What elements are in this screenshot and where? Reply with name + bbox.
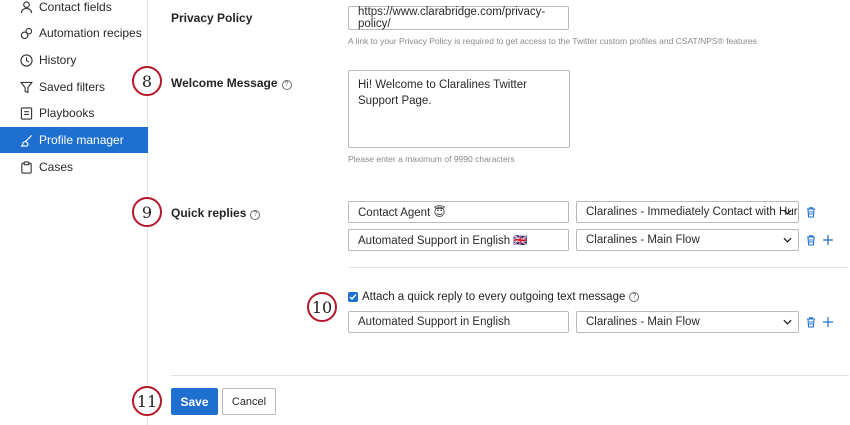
privacy-policy-label: Privacy Policy [171,11,253,25]
privacy-policy-help: A link to your Privacy Policy is require… [348,36,757,46]
attach-quick-reply-flow-select[interactable]: Claralines - Main Flow [576,311,799,333]
chevron-down-icon [783,319,792,325]
playbook-icon [19,106,33,120]
sidebar-item-saved-filters[interactable]: Saved filters [0,74,148,100]
brush-icon [19,133,33,147]
privacy-policy-input[interactable]: https://www.clarabridge.com/privacy-poli… [348,6,569,30]
help-icon[interactable]: ? [250,210,261,220]
filter-icon [19,80,33,94]
welcome-message-label: Welcome Message? [171,76,292,90]
help-icon[interactable]: ? [281,80,292,90]
quick-reply-flow-select[interactable]: Claralines - Immediately Contact with Hu… [576,201,799,223]
trash-icon[interactable] [805,316,817,328]
attach-quick-reply-row: Attach a quick reply to every outgoing t… [348,291,640,303]
chevron-down-icon [783,237,792,243]
quick-reply-flow-value: Claralines - Main Flow [586,234,700,246]
attach-quick-reply-checkbox[interactable] [348,292,358,302]
profile-form: Privacy Policy https://www.clarabridge.c… [132,0,850,425]
quick-reply-text-input[interactable]: Automated Support in English 🇬🇧 [348,229,569,251]
footer-divider [171,375,849,376]
quick-reply-flow-value: Claralines - Immediately Contact with Hu… [586,206,798,218]
sidebar-item-label: Playbooks [39,106,95,120]
sidebar-item-label: History [39,53,77,67]
sidebar: Contact fields Automation recipes Histor… [0,0,148,425]
attach-quick-reply-label: Attach a quick reply to every outgoing t… [362,291,626,303]
section-divider [348,267,848,268]
save-button[interactable]: Save [171,388,218,415]
welcome-message-help: Please enter a maximum of 9990 character… [348,154,515,164]
sidebar-item-automation-recipes[interactable]: Automation recipes [0,20,148,46]
callout-11: 11 [132,386,162,416]
sidebar-item-label: Saved filters [39,80,106,94]
attach-quick-reply-text-input[interactable]: Automated Support in English [348,311,569,333]
sidebar-item-label: Profile manager [39,133,124,147]
sidebar-item-profile-manager[interactable]: Profile manager [0,127,148,153]
chevron-down-icon [783,209,792,215]
cancel-button[interactable]: Cancel [222,388,276,415]
callout-9: 9 [132,197,162,227]
clipboard-icon [19,160,33,174]
trash-icon[interactable] [805,206,817,218]
callout-8: 8 [132,66,162,96]
sidebar-item-contact-fields[interactable]: Contact fields [0,0,148,20]
trash-icon[interactable] [805,234,817,246]
recipe-icon [19,26,33,40]
sidebar-item-playbooks[interactable]: Playbooks [0,100,148,126]
quick-reply-text-input[interactable]: Contact Agent 😇 [348,201,569,223]
welcome-message-textarea[interactable]: Hi! Welcome to Claralines Twitter Suppor… [348,70,570,148]
quick-reply-flow-select[interactable]: Claralines - Main Flow [576,229,799,251]
sidebar-item-label: Automation recipes [39,26,142,40]
sidebar-item-history[interactable]: History [0,47,148,73]
plus-icon[interactable] [822,316,834,328]
plus-icon[interactable] [822,234,834,246]
sidebar-item-cases[interactable]: Cases [0,154,148,180]
sidebar-item-label: Contact fields [39,0,112,14]
person-icon [19,0,33,14]
quick-replies-label: Quick replies? [171,206,261,220]
callout-10: 10 [307,292,337,322]
help-icon[interactable]: ? [629,292,640,302]
attach-quick-reply-flow-value: Claralines - Main Flow [586,316,700,328]
quick-replies-label-text: Quick replies [171,206,247,220]
sidebar-item-label: Cases [39,160,74,174]
clock-icon [19,53,33,67]
welcome-message-label-text: Welcome Message [171,76,278,90]
